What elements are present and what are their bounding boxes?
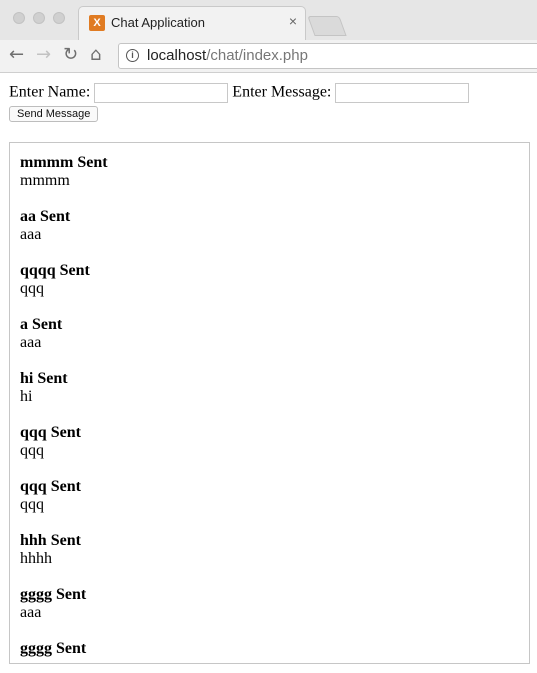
window-titlebar: X Chat Application × (0, 0, 537, 40)
message-body: aaa (20, 226, 42, 243)
message-label: Enter Message: (232, 83, 332, 101)
tab-title: Chat Application (111, 15, 205, 30)
close-window-button[interactable] (13, 12, 25, 24)
address-bar[interactable]: i localhost/chat/index.php (118, 43, 537, 69)
info-icon[interactable]: i (126, 49, 139, 62)
send-message-button[interactable]: Send Message (9, 106, 99, 122)
message-header: hi Sent (20, 370, 68, 387)
url-text: localhost/chat/index.php (147, 47, 308, 64)
chat-message: aa Sent aaa (20, 208, 70, 244)
message-header: hhh Sent (20, 532, 81, 549)
chat-message: a Sent aaa (20, 316, 62, 352)
chat-message: gggg Sent (20, 640, 86, 658)
chat-message: gggg Sent aaa (20, 586, 86, 622)
browser-tab[interactable]: X Chat Application × (78, 6, 306, 40)
message-body: qqq (20, 442, 44, 459)
url-path: /chat/index.php (206, 47, 308, 64)
message-body: hi (20, 388, 33, 405)
home-icon[interactable]: ⌂ (90, 44, 101, 66)
message-body: qqq (20, 496, 44, 513)
message-header: qqq Sent (20, 478, 81, 495)
message-body: hhhh (20, 550, 52, 567)
browser-toolbar: ← → ↻ ⌂ i localhost/chat/index.php (0, 40, 537, 73)
message-body: mmmm (20, 172, 70, 189)
forward-arrow-icon[interactable]: → (36, 44, 51, 66)
message-body: aaa (20, 334, 42, 351)
message-header: mmmm Sent (20, 154, 108, 171)
chat-message: mmmm Sent mmmm (20, 154, 108, 190)
chat-message: qqq Sent qqq (20, 424, 81, 460)
page-content: Enter Name: Enter Message: Send Message … (0, 73, 537, 673)
chat-log[interactable]: mmmm Sent mmmm aa Sent aaa qqqq Sent qqq a Sen… (9, 142, 530, 664)
name-label: Enter Name: (9, 83, 91, 101)
tab-close-icon[interactable]: × (289, 13, 297, 29)
message-header: qqqq Sent (20, 262, 90, 279)
chat-message: qqqq Sent qqq (20, 262, 90, 298)
message-header: gggg Sent (20, 586, 87, 603)
message-body: qqq (20, 280, 44, 297)
message-header: gggg Sent (20, 640, 87, 657)
reload-icon[interactable]: ↻ (63, 44, 78, 66)
new-tab-button[interactable] (307, 16, 347, 36)
message-input[interactable] (335, 83, 470, 103)
message-header: a Sent (20, 316, 63, 333)
url-host: localhost (147, 47, 207, 64)
back-arrow-icon[interactable]: ← (9, 44, 24, 66)
message-header: qqq Sent (20, 424, 81, 441)
minimize-window-button[interactable] (33, 12, 45, 24)
chat-form: Enter Name: Enter Message: (9, 83, 470, 103)
chat-message: hhh Sent hhhh (20, 532, 81, 568)
name-input[interactable] (94, 83, 229, 103)
chat-message: hi Sent hi (20, 370, 68, 406)
zoom-window-button[interactable] (53, 12, 65, 24)
message-body: aaa (20, 604, 42, 621)
favicon-icon: X (89, 15, 105, 31)
message-header: aa Sent (20, 208, 71, 225)
chat-message: qqq Sent qqq (20, 478, 81, 514)
